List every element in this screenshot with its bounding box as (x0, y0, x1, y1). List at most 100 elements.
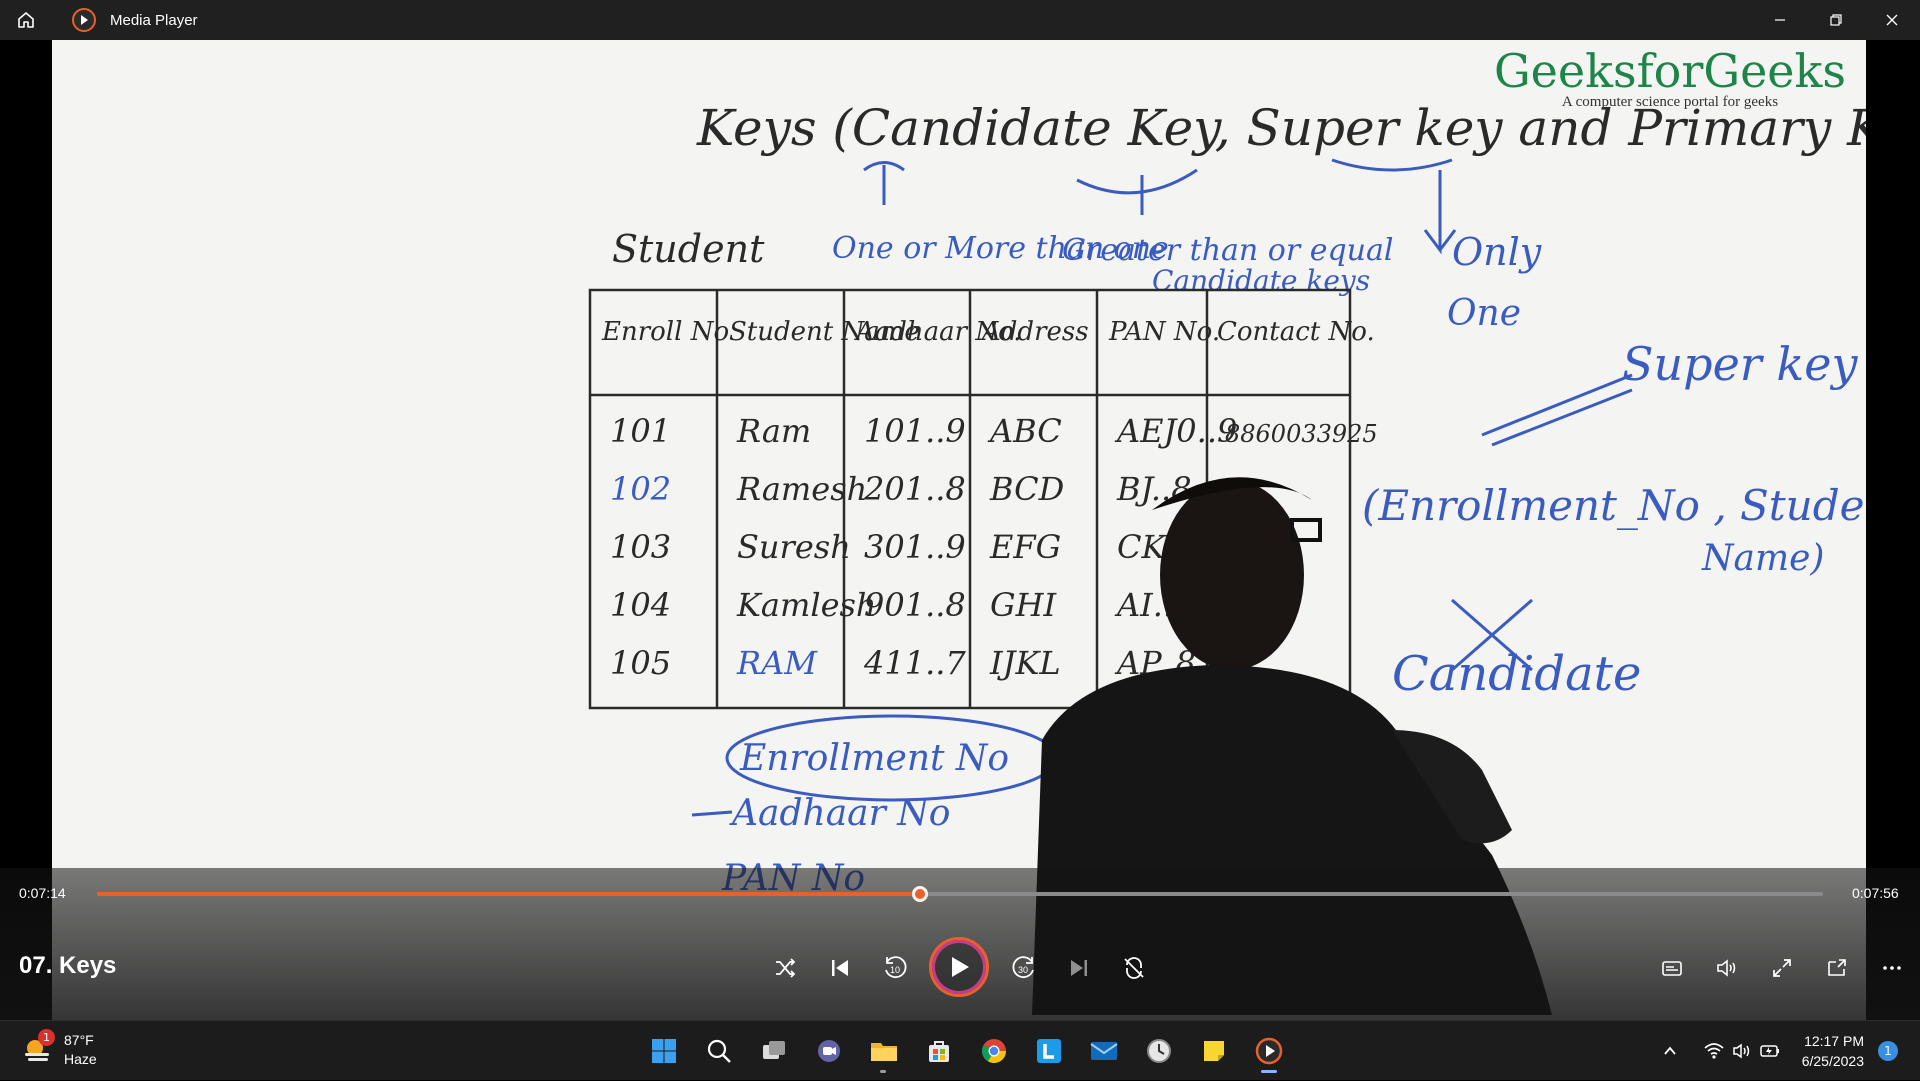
table-name-label: Student (612, 227, 765, 271)
notification-badge[interactable]: 1 (1878, 1041, 1898, 1061)
next-button[interactable] (1057, 946, 1101, 990)
sticky-notes-icon (1203, 1041, 1224, 1061)
fullscreen-icon (1773, 959, 1791, 977)
chevron-up-icon (1664, 1046, 1676, 1055)
svg-text:10: 10 (890, 965, 900, 975)
wifi-button[interactable] (1700, 1037, 1728, 1065)
fullscreen-button[interactable] (1760, 946, 1804, 990)
note-primary-1: Only (1452, 230, 1542, 274)
list-item-enrollment: Enrollment No (739, 738, 1009, 779)
table-header-cell: Enroll No (601, 317, 729, 347)
table-header-cell: Address (980, 317, 1089, 347)
repeat-button[interactable] (1112, 946, 1156, 990)
media-player-icon (1255, 1037, 1282, 1065)
table-cell: RAM (736, 644, 818, 682)
table-cell: 104 (610, 586, 671, 624)
search-icon (707, 1039, 731, 1063)
volume-button[interactable] (1705, 946, 1749, 990)
note-super-1: Greater than or equal (1062, 233, 1393, 268)
play-icon (952, 957, 969, 977)
chrome-button[interactable] (966, 1029, 1021, 1073)
system-tray: 12:17 PM 6/25/2023 1 (1656, 1021, 1920, 1081)
close-button[interactable] (1864, 0, 1920, 40)
previous-button[interactable] (818, 946, 862, 990)
track-title: 07. Keys (19, 952, 117, 979)
home-button[interactable] (0, 0, 52, 40)
seek-progress (97, 892, 921, 896)
more-button[interactable] (1870, 946, 1914, 990)
task-view-icon (762, 1041, 785, 1059)
shuffle-icon (776, 958, 796, 978)
windows-icon (651, 1039, 676, 1063)
total-time: 0:07:56 (1852, 885, 1899, 901)
mail-button[interactable] (1076, 1029, 1131, 1073)
weather-temp: 87°F (64, 1032, 94, 1048)
volume-tray-button[interactable] (1728, 1037, 1756, 1065)
l-app-button[interactable] (1021, 1029, 1076, 1073)
sticky-notes-button[interactable] (1186, 1029, 1241, 1073)
table-cell: ABC (987, 412, 1062, 450)
search-button[interactable] (691, 1029, 746, 1073)
seek-bar[interactable] (97, 886, 1823, 902)
store-icon (928, 1041, 949, 1062)
skip-forward-30-icon: 30 (1012, 956, 1034, 979)
table-cell: 105 (610, 644, 671, 682)
skip-forward-button[interactable]: 30 (1002, 946, 1046, 990)
store-button[interactable] (911, 1029, 966, 1073)
task-view-button[interactable] (746, 1029, 801, 1073)
skip-back-button[interactable]: 10 (873, 946, 917, 990)
show-hidden-icons-button[interactable] (1656, 1037, 1684, 1065)
wifi-icon (1704, 1043, 1724, 1059)
previous-icon (832, 960, 848, 976)
svg-text:30: 30 (1018, 965, 1028, 975)
file-explorer-button[interactable] (856, 1029, 911, 1073)
minimize-button[interactable] (1752, 0, 1808, 40)
play-button[interactable] (929, 937, 989, 997)
teams-button[interactable] (801, 1029, 856, 1073)
current-time: 0:07:14 (19, 885, 66, 901)
note-primary-2: One (1447, 293, 1521, 334)
mini-player-button[interactable] (1815, 946, 1859, 990)
table-cell: 103 (610, 528, 671, 566)
window-title: Media Player (110, 11, 198, 29)
start-button[interactable] (636, 1029, 691, 1073)
table-cell: BCD (989, 470, 1064, 508)
logo-name: GeeksforGeeks (1493, 44, 1846, 98)
gfg-logo: GeeksforGeeks A computer science portal … (1494, 48, 1846, 111)
table-cell: Ram (736, 412, 811, 450)
close-icon (1886, 14, 1898, 26)
weather-haze-icon: 1 (22, 1029, 55, 1065)
table-cell: 102 (610, 470, 671, 508)
table-cell: 901..8 (864, 586, 966, 624)
speaker-icon (1732, 1043, 1749, 1059)
table-cell: 8860033925 (1225, 420, 1378, 448)
mini-player-icon (1828, 959, 1846, 976)
clock-icon (1146, 1039, 1171, 1063)
weather-widget[interactable]: 1 87°F Haze (22, 1029, 97, 1069)
table-cell: 301..9 (864, 528, 966, 566)
candidate-label: Candidate (1392, 646, 1641, 702)
table-header-cell: Contact No. (1217, 317, 1375, 347)
table-cell: IJKL (989, 644, 1061, 682)
table-cell: Suresh (737, 528, 851, 566)
window-controls (1752, 0, 1920, 40)
clock-app-button[interactable] (1131, 1029, 1186, 1073)
table-cell: BJ..8 (1116, 470, 1192, 508)
clock-date[interactable]: 12:17 PM 6/25/2023 (1802, 1031, 1864, 1071)
chrome-icon (981, 1039, 1006, 1064)
shuffle-button[interactable] (763, 946, 807, 990)
next-icon (1071, 960, 1087, 976)
subtitles-button[interactable] (1650, 946, 1694, 990)
table-cell: 101 (610, 412, 671, 450)
superkey-label: Super key (1622, 337, 1859, 391)
home-icon (18, 12, 34, 28)
table-cell: EFG (989, 528, 1061, 566)
restore-button[interactable] (1808, 0, 1864, 40)
teams-chat-icon (817, 1040, 840, 1062)
taskbar-apps (636, 1029, 1296, 1073)
minimize-icon (1775, 19, 1785, 21)
media-player-taskbar-button[interactable] (1241, 1029, 1296, 1073)
table-cell: 201..8 (863, 470, 966, 508)
table-cell: 101..9 (864, 412, 966, 450)
battery-button[interactable] (1756, 1037, 1784, 1065)
